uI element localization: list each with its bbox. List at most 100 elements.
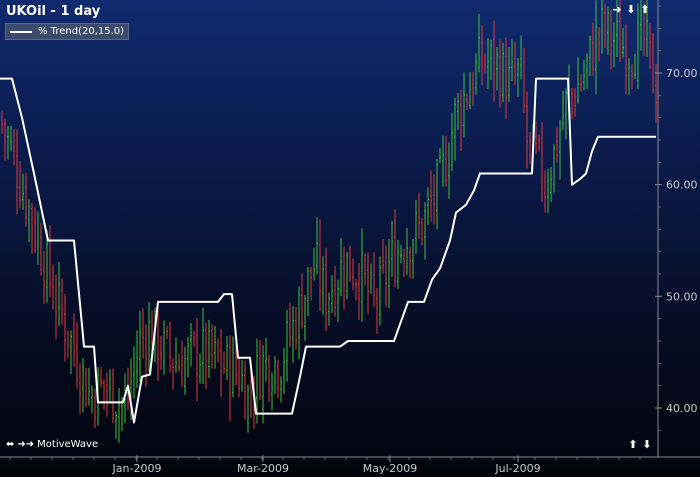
price-bar <box>577 57 579 104</box>
price-bar <box>223 351 225 374</box>
up-arrow-icon[interactable]: ⬆ <box>639 4 651 16</box>
price-bar <box>409 246 411 279</box>
price-bar <box>277 359 279 399</box>
price-bar <box>226 336 228 380</box>
double-right-arrow-icon[interactable]: ➜➜ <box>17 439 34 450</box>
price-bar <box>31 203 33 254</box>
price-bar <box>430 170 432 222</box>
price-bar <box>448 142 450 199</box>
price-bar <box>385 245 387 307</box>
price-bar <box>550 166 552 203</box>
price-bar <box>388 239 390 308</box>
price-chart[interactable]: 40.00 50.00 60.00 70.00 Jan-2009 Mar-2009 May-… <box>0 0 700 477</box>
price-bar <box>274 356 276 395</box>
price-bar <box>511 39 513 82</box>
price-bar <box>280 376 282 403</box>
price-bar <box>265 337 267 382</box>
bottom-right-tools: ⬆ ⬇ <box>627 439 653 451</box>
down-arrow-icon[interactable]: ⬇ <box>641 439 653 451</box>
price-bar <box>610 9 612 70</box>
price-bar <box>535 121 537 155</box>
price-bar <box>229 335 231 422</box>
price-bar <box>586 53 588 89</box>
price-bars <box>1 0 657 443</box>
price-bar <box>472 71 474 106</box>
price-bar <box>118 388 120 443</box>
price-bar <box>322 256 324 315</box>
price-bar <box>232 336 234 398</box>
top-right-tools: ➜ ⬇ ⬆ <box>611 4 651 16</box>
price-bar <box>139 310 141 382</box>
price-bar <box>40 222 42 276</box>
brand-label: MotiveWave <box>37 439 99 450</box>
price-bar <box>394 209 396 288</box>
y-tick-label: 60.00 <box>666 179 698 192</box>
chart-window[interactable]: 40.00 50.00 60.00 70.00 Jan-2009 Mar-2009 May-… <box>0 0 700 477</box>
price-bar <box>346 251 348 300</box>
price-bar <box>16 129 18 215</box>
price-bar <box>259 339 261 400</box>
price-bar <box>208 319 210 379</box>
price-bar <box>220 328 222 397</box>
price-bar <box>136 330 138 388</box>
price-bar <box>469 71 471 109</box>
price-bar <box>406 227 408 275</box>
price-bar <box>439 148 441 163</box>
price-bar <box>379 256 381 326</box>
indicator-legend[interactable]: % Trend(20,15.0) <box>5 23 130 40</box>
price-bar <box>316 217 318 275</box>
price-bar <box>649 23 651 69</box>
price-bar <box>613 22 615 68</box>
x-tick-label: May-2009 <box>363 462 418 475</box>
price-bar <box>595 0 597 95</box>
price-bar <box>295 307 297 350</box>
price-bar <box>28 199 30 243</box>
left-right-arrow-icon[interactable]: ⬌ <box>6 439 14 450</box>
up-arrow-icon[interactable]: ⬆ <box>627 439 639 451</box>
price-bar <box>460 90 462 151</box>
price-bar <box>625 24 627 95</box>
price-bar <box>607 6 609 55</box>
price-bar <box>94 388 96 429</box>
branding: ⬌ ➜➜ MotiveWave <box>6 439 98 450</box>
price-bar <box>268 355 270 402</box>
price-bar <box>391 220 393 278</box>
price-bar <box>547 169 549 214</box>
price-bar <box>457 93 459 130</box>
price-bar <box>580 74 582 92</box>
price-bar <box>433 174 435 225</box>
price-bar <box>88 367 90 406</box>
price-bar <box>466 93 468 111</box>
price-bar <box>541 122 543 203</box>
price-bar <box>34 207 36 254</box>
price-bar <box>61 278 63 325</box>
price-bar <box>496 47 498 91</box>
right-arrow-icon[interactable]: ➜ <box>611 4 623 16</box>
down-arrow-icon[interactable]: ⬇ <box>625 4 637 16</box>
price-bar <box>22 173 24 210</box>
price-bar <box>343 246 345 310</box>
price-bar <box>538 134 540 152</box>
price-bar <box>289 302 291 348</box>
price-bar <box>553 143 555 193</box>
price-bar <box>310 266 312 301</box>
price-bar <box>361 228 363 322</box>
price-bar <box>604 3 606 49</box>
price-bar <box>172 358 174 390</box>
price-bar <box>505 37 507 120</box>
price-bar <box>475 53 477 95</box>
price-bar <box>376 287 378 334</box>
price-bar <box>349 245 351 282</box>
price-bar <box>571 87 573 119</box>
price-bar <box>292 305 294 363</box>
price-bar <box>325 247 327 331</box>
price-bar <box>493 20 495 102</box>
axes: 40.00 50.00 60.00 70.00 Jan-2009 Mar-2009 May-… <box>0 0 700 475</box>
price-bar <box>178 353 180 373</box>
price-bar <box>13 129 15 166</box>
price-bar <box>565 88 567 140</box>
price-bar <box>427 187 429 226</box>
price-bar <box>244 360 246 420</box>
price-bar <box>445 136 447 188</box>
price-bar <box>592 22 594 76</box>
